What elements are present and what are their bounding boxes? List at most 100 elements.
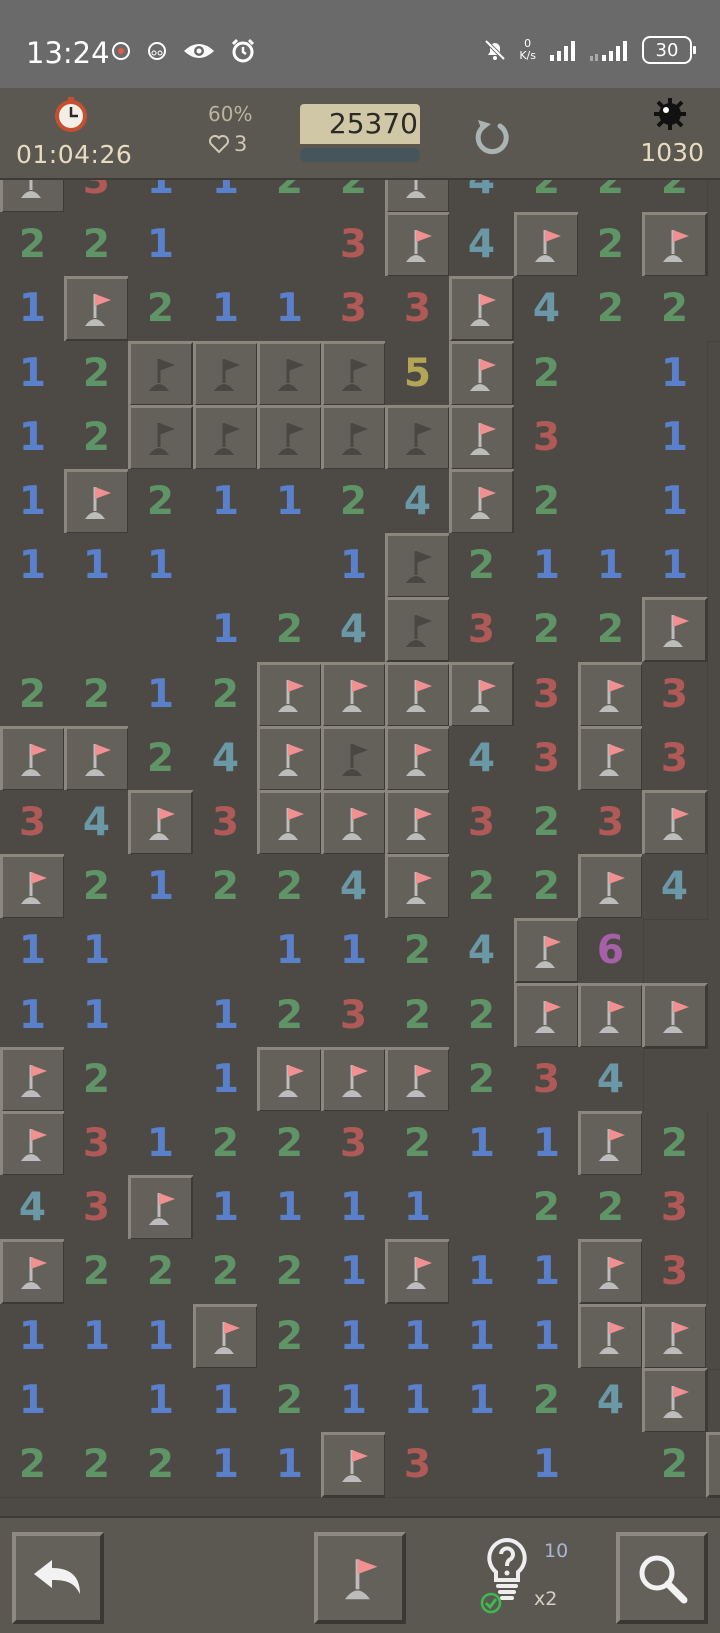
- number-cell[interactable]: 2: [64, 212, 130, 278]
- uncertain-flag-cell[interactable]: [257, 405, 323, 471]
- flagged-cell[interactable]: [578, 662, 644, 728]
- number-cell[interactable]: 4: [449, 212, 515, 278]
- flagged-cell[interactable]: [128, 1175, 194, 1241]
- number-cell[interactable]: 4: [514, 276, 580, 342]
- number-cell[interactable]: 3: [578, 790, 644, 856]
- number-cell[interactable]: 2: [642, 1111, 708, 1177]
- number-cell[interactable]: 3: [321, 276, 387, 342]
- number-cell[interactable]: 1: [257, 918, 323, 984]
- number-cell[interactable]: 2: [193, 854, 259, 920]
- number-cell[interactable]: 4: [321, 597, 387, 663]
- number-cell[interactable]: 2: [193, 662, 259, 728]
- uncertain-flag-cell[interactable]: [321, 341, 387, 407]
- number-cell[interactable]: 1: [385, 1175, 451, 1241]
- number-cell[interactable]: 5: [385, 341, 451, 407]
- number-cell[interactable]: 1: [193, 1368, 259, 1434]
- number-cell[interactable]: 2: [642, 1432, 708, 1498]
- number-cell[interactable]: 2: [257, 1239, 323, 1305]
- number-cell[interactable]: 2: [257, 854, 323, 920]
- flagged-cell[interactable]: [514, 983, 580, 1049]
- number-cell[interactable]: 1: [514, 1304, 580, 1370]
- number-cell[interactable]: 1: [257, 1432, 323, 1498]
- number-cell[interactable]: 1: [257, 1175, 323, 1241]
- number-cell[interactable]: 2: [257, 1111, 323, 1177]
- flagged-cell[interactable]: [257, 790, 323, 856]
- number-cell[interactable]: 1: [64, 1304, 130, 1370]
- number-cell[interactable]: 1: [449, 1111, 515, 1177]
- number-cell[interactable]: 3: [64, 1175, 130, 1241]
- number-cell[interactable]: 1: [257, 469, 323, 535]
- number-cell[interactable]: 2: [64, 1239, 130, 1305]
- empty-cell[interactable]: [578, 405, 644, 471]
- number-cell[interactable]: 1: [0, 469, 66, 535]
- number-cell[interactable]: 2: [514, 1175, 580, 1241]
- flagged-cell[interactable]: [449, 662, 515, 728]
- number-cell[interactable]: 2: [578, 597, 644, 663]
- number-cell[interactable]: 1: [642, 533, 708, 599]
- number-cell[interactable]: 1: [193, 276, 259, 342]
- number-cell[interactable]: 1: [449, 1239, 515, 1305]
- number-cell[interactable]: 3: [642, 1239, 708, 1305]
- flagged-cell[interactable]: [385, 180, 451, 214]
- number-cell[interactable]: 1: [193, 597, 259, 663]
- number-cell[interactable]: 3: [385, 276, 451, 342]
- flag-mode-button[interactable]: [314, 1532, 406, 1624]
- flagged-cell[interactable]: [578, 726, 644, 792]
- number-cell[interactable]: 3: [449, 597, 515, 663]
- number-cell[interactable]: 1: [449, 1304, 515, 1370]
- flagged-cell[interactable]: [0, 854, 66, 920]
- number-cell[interactable]: 2: [449, 1047, 515, 1113]
- flagged-cell[interactable]: [449, 341, 515, 407]
- number-cell[interactable]: 3: [642, 726, 708, 792]
- number-cell[interactable]: 1: [128, 180, 194, 214]
- number-cell[interactable]: 2: [0, 212, 66, 278]
- number-cell[interactable]: 2: [385, 983, 451, 1049]
- number-cell[interactable]: 1: [514, 1432, 580, 1498]
- number-cell[interactable]: 1: [0, 405, 66, 471]
- number-cell[interactable]: 3: [642, 1175, 708, 1241]
- empty-cell[interactable]: [449, 1432, 515, 1498]
- number-cell[interactable]: 2: [193, 1239, 259, 1305]
- number-cell[interactable]: 1: [0, 533, 66, 599]
- number-cell[interactable]: 1: [321, 1368, 387, 1434]
- number-cell[interactable]: 2: [128, 276, 194, 342]
- number-cell[interactable]: 1: [385, 1304, 451, 1370]
- number-cell[interactable]: 3: [0, 790, 66, 856]
- flagged-cell[interactable]: [514, 212, 580, 278]
- flagged-cell[interactable]: [642, 212, 708, 278]
- flagged-cell[interactable]: [385, 1047, 451, 1113]
- number-cell[interactable]: 3: [64, 1111, 130, 1177]
- empty-cell[interactable]: [578, 341, 644, 407]
- flagged-cell[interactable]: [578, 983, 644, 1049]
- uncertain-flag-cell[interactable]: [321, 405, 387, 471]
- number-cell[interactable]: 2: [321, 469, 387, 535]
- undo-button[interactable]: [12, 1532, 104, 1624]
- flagged-cell[interactable]: [449, 405, 515, 471]
- number-cell[interactable]: 2: [578, 1175, 644, 1241]
- number-cell[interactable]: 1: [64, 918, 130, 984]
- number-cell[interactable]: 2: [449, 983, 515, 1049]
- number-cell[interactable]: 1: [193, 180, 259, 214]
- number-cell[interactable]: 2: [64, 1047, 130, 1113]
- number-cell[interactable]: 2: [128, 1432, 194, 1498]
- number-cell[interactable]: 1: [0, 341, 66, 407]
- uncertain-flag-cell[interactable]: [321, 726, 387, 792]
- number-cell[interactable]: 2: [193, 1111, 259, 1177]
- number-cell[interactable]: 2: [64, 854, 130, 920]
- flagged-cell[interactable]: [0, 726, 66, 792]
- number-cell[interactable]: 1: [193, 1175, 259, 1241]
- empty-cell[interactable]: [578, 469, 644, 535]
- flagged-cell[interactable]: [64, 276, 130, 342]
- flagged-cell[interactable]: [257, 662, 323, 728]
- number-cell[interactable]: 2: [514, 180, 580, 214]
- flagged-cell[interactable]: [257, 726, 323, 792]
- number-cell[interactable]: 2: [642, 180, 708, 214]
- number-cell[interactable]: 2: [514, 1368, 580, 1434]
- flagged-cell[interactable]: [642, 1304, 708, 1370]
- number-cell[interactable]: 2: [257, 597, 323, 663]
- number-cell[interactable]: 1: [321, 1239, 387, 1305]
- number-cell[interactable]: 2: [514, 469, 580, 535]
- number-cell[interactable]: 1: [642, 405, 708, 471]
- number-cell[interactable]: 2: [321, 180, 387, 214]
- flagged-cell[interactable]: [642, 1368, 708, 1434]
